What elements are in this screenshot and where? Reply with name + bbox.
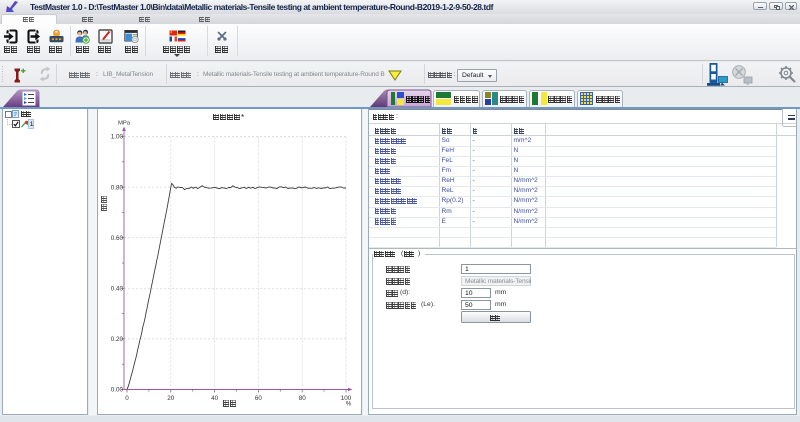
svg-text:%: % xyxy=(346,401,352,408)
svg-text:60: 60 xyxy=(255,395,263,402)
svg-text:40: 40 xyxy=(211,395,219,402)
svg-text:0.00: 0.00 xyxy=(111,387,124,394)
svg-text:0.20: 0.20 xyxy=(111,336,124,343)
svg-text:0: 0 xyxy=(125,395,129,402)
svg-text:MPa: MPa xyxy=(118,121,131,127)
svg-text:1.00: 1.00 xyxy=(111,134,124,141)
svg-text:20: 20 xyxy=(167,395,175,402)
svg-text:0.40: 0.40 xyxy=(111,286,124,293)
svg-text:0.80: 0.80 xyxy=(111,184,124,191)
svg-text:0.60: 0.60 xyxy=(111,235,124,242)
svg-text:80: 80 xyxy=(299,395,307,402)
